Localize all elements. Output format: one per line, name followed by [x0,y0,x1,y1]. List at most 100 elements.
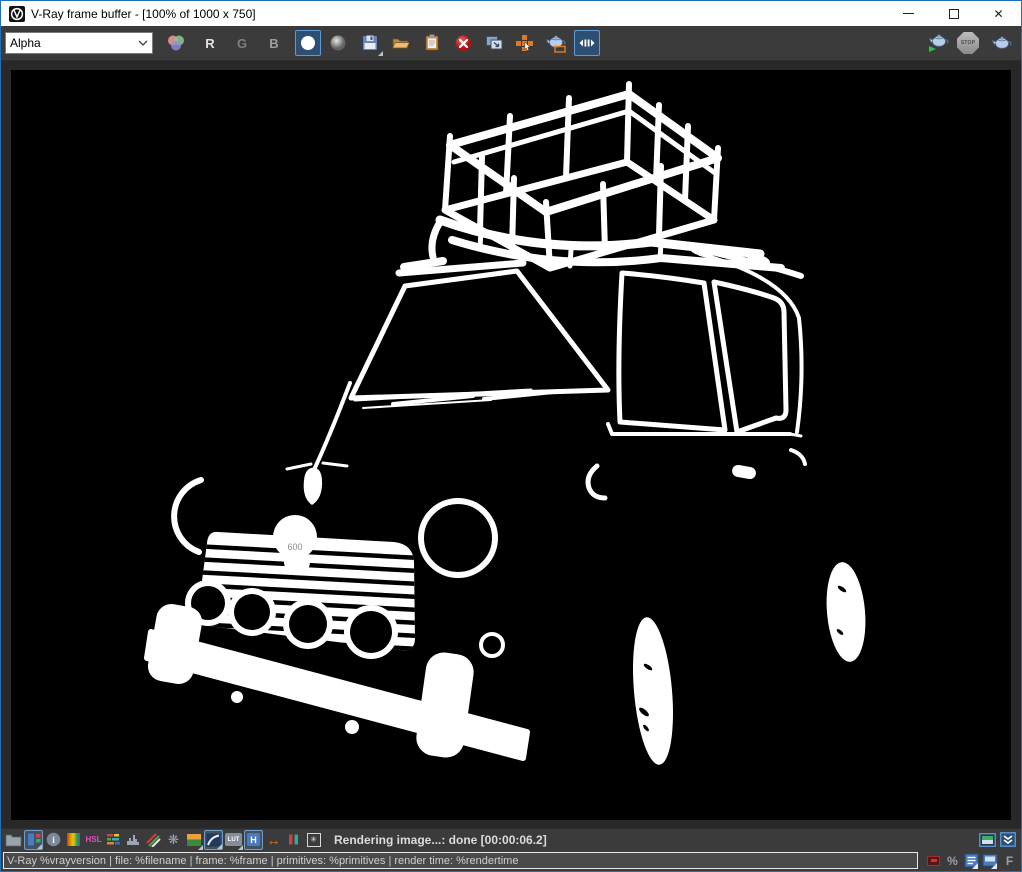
stamp-display-button[interactable] [981,852,1000,870]
red-channel-button[interactable]: R [197,36,223,51]
stamp-led-icon [924,852,943,870]
render-view[interactable]: 600 [11,70,1011,820]
window-title: V-Ray frame buffer - [100% of 1000 x 750… [31,7,256,21]
windshield [351,263,608,408]
compare-horizontal-button[interactable] [574,30,600,56]
fullscreen-toggle-button[interactable] [978,830,997,850]
diagonal-lines-icon [146,833,161,847]
hsl-icon: HSL [86,835,102,844]
collapse-toolbar-button[interactable] [998,830,1017,850]
blue-channel-button[interactable]: B [261,36,287,51]
double-chevron-icon [1000,832,1016,847]
open-channels-button[interactable] [4,830,23,850]
document-lines-icon [964,853,980,869]
ab-bars-icon [287,833,300,846]
stamp-percent-button[interactable]: % [943,852,962,870]
clear-image-button[interactable] [450,30,476,56]
horizontal-arrows-icon: ↔ [267,832,281,848]
copy-to-clipboard-button[interactable] [419,30,445,56]
corrections-toolbar: i HSL ❋ [1,828,1021,850]
green-channel-button[interactable]: G [229,36,255,51]
alpha-circle-icon [299,34,317,52]
render-status-text: Rendering image...: done [00:00:06.2] [334,833,547,847]
stamp-variables-button[interactable] [962,852,981,870]
maximize-button[interactable] [931,1,976,26]
channel-select[interactable]: Alpha [5,32,153,54]
background-dropdown-icon [198,845,203,850]
curve-correction-button[interactable] [204,830,223,850]
mono-sphere-icon [329,34,347,52]
pixel-info-button[interactable]: i [44,830,63,850]
stop-render-button[interactable]: STOP [955,30,981,56]
duplicate-windows-icon [484,34,504,52]
srgb-toggle-button[interactable]: H [244,830,263,850]
clipboard-icon [422,33,442,53]
channel-select-value: Alpha [10,36,138,50]
alpha-render-car: 600 [11,70,1011,820]
vray-frame-buffer-window: V-Ray frame buffer - [100% of 1000 x 750… [0,0,1022,872]
stereo-toggle-button[interactable]: ↔ [264,830,283,850]
compare-horizontal-icon [578,35,596,51]
title-bar[interactable]: V-Ray frame buffer - [100% of 1000 x 750… [1,1,1021,26]
region-teapot-icon [545,34,567,53]
clear-x-icon [454,34,473,53]
levels-correction-button[interactable] [124,830,143,850]
minimize-icon [903,13,914,14]
track-mouse-button[interactable] [512,30,538,56]
pinwheel-icon: ❋ [168,832,179,848]
track-mouse-icon [515,34,535,52]
lut-correction-button[interactable]: LUT [224,830,243,850]
maximize-icon [949,9,959,19]
rgb-circles-icon [166,34,186,52]
floppy-disk-icon [360,33,380,53]
grille-badge-text: 600 [287,542,302,552]
stop-sign-icon: STOP [957,32,979,54]
color-balance-button[interactable] [104,830,123,850]
font-button[interactable]: F [1000,852,1019,870]
lut-dropdown-icon [238,845,243,850]
open-image-button[interactable] [388,30,414,56]
h-icon: H [247,833,260,846]
color-corrections-button[interactable] [24,830,43,850]
color-clamping-button[interactable] [64,830,83,850]
render-last-button[interactable] [925,30,951,56]
save-dropdown-icon [378,51,383,56]
render-button[interactable] [989,30,1015,56]
monitor-green-icon [979,833,996,847]
main-toolbar: Alpha R G B [1,26,1021,61]
minimize-button[interactable] [886,1,931,26]
mono-mode-button[interactable] [325,30,351,56]
rgb-mode-button[interactable] [163,30,189,56]
info-icon: i [46,832,61,847]
white-balance-button[interactable]: ❋ [164,830,183,850]
render-last-teapot-icon [926,33,950,53]
bonnet-ornament [287,383,350,505]
snowflake-icon: ✳ [307,833,321,847]
wheels [628,561,870,767]
alpha-mode-button[interactable] [295,30,321,56]
monitor-icon [982,853,999,869]
curve-dropdown-icon [217,844,222,849]
status-bar: % F [1,850,1021,871]
duplicate-to-host-button[interactable] [481,30,507,56]
gradient-icon [67,833,80,846]
color-bars-icon [106,833,122,846]
close-button[interactable]: ✕ [976,1,1021,26]
ab-compare-button[interactable] [284,830,303,850]
stamp-text-input[interactable] [3,852,918,869]
exposure-correction-button[interactable] [144,830,163,850]
render-progress-indicator: ✳ [304,830,323,850]
save-image-button[interactable] [357,30,383,56]
chevron-down-icon [138,39,148,47]
vray-logo-icon [9,6,25,22]
render-teapot-icon [990,33,1014,53]
side-windows [588,254,805,498]
close-icon: ✕ [993,8,1003,20]
background-image-button[interactable] [184,830,203,850]
histogram-icon [126,833,141,846]
hsl-correction-button[interactable]: HSL [84,830,103,850]
gray-folder-icon [5,833,22,847]
region-render-button[interactable] [543,30,569,56]
canvas-area: 600 [1,61,1021,828]
grille: 600 [185,515,419,659]
